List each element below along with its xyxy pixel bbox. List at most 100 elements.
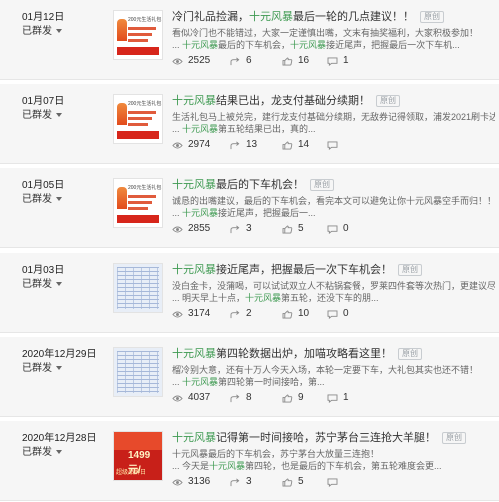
share-count-stat[interactable]: 2 [230,308,252,321]
share-count-stat[interactable]: 3 [230,476,252,489]
like-count-stat[interactable]: 5 [282,476,304,489]
read-count-stat[interactable]: 3174 [172,308,210,321]
read-count: 2525 [188,55,211,66]
comment-count-stat[interactable]: 0 [327,223,349,236]
share-icon [230,224,246,236]
read-count-stat[interactable]: 2855 [172,223,210,236]
article-thumbnail[interactable]: 200元生活礼包 ¥138 [113,10,163,60]
digest-text: ... [172,377,183,387]
read-count-stat[interactable]: 4037 [172,392,210,405]
send-status-label: 已群发 [22,110,52,121]
share-count: 2 [246,308,252,319]
comment-count: 0 [343,223,349,234]
article-row[interactable]: 01月07日 已群发 200元生活礼包 ¥138 十元风暴结果已出，龙支付基础分续期！原… [0,84,499,164]
article-title[interactable]: 十元风暴结果已出，龙支付基础分续期！ 原创 [172,94,491,108]
dropdown-caret-icon [56,450,62,455]
thumbnail-card-title: 200元生活礼包 [128,17,162,23]
send-status-dropdown[interactable]: 已群发 [22,26,62,38]
article-row[interactable]: 2020年12月29日 已群发 十元风暴第四轮数据出炉，加喵攻略看这里！ 原创 榴冷别大… [0,337,499,417]
digest-text: 接近尾声，把握最后一次下车机... [326,40,460,50]
like-count-stat[interactable]: 14 [282,139,309,152]
like-count: 9 [298,392,304,403]
thumbnail-bar [128,123,148,126]
read-count-stat[interactable]: 2974 [172,139,210,152]
like-count-stat[interactable]: 9 [282,392,304,405]
article-thumbnail[interactable]: 200元生活礼包 ¥138 [113,178,163,228]
article-thumbnail[interactable] [113,263,163,313]
read-count-stat[interactable]: 2525 [172,55,210,68]
article-thumbnail[interactable]: 200元生活礼包 ¥138 [113,94,163,144]
title-keyword: 十元风暴 [172,179,216,191]
thumbs-up-icon [282,140,298,152]
like-count-stat[interactable]: 5 [282,223,304,236]
send-status-dropdown[interactable]: 已群发 [22,110,62,122]
share-count-stat[interactable]: 3 [230,223,252,236]
share-count: 8 [246,392,252,403]
thumbnail-bar [128,39,148,42]
article-digest-continued: ... 十元风暴第五轮结果已出，真的... [172,123,495,135]
article-thumbnail[interactable]: 1499元/超级品牌日 [113,431,163,481]
send-status-dropdown[interactable]: 已群发 [22,363,62,375]
comment-count-stat[interactable]: 0 [327,308,349,321]
thumbnail-bar [128,117,152,120]
publish-date: 2020年12月28日 [22,433,97,444]
article-title[interactable]: 十元风暴记得第一时间接哈，苏宁茅台三连抢大羊腿！ 原创 [172,431,491,445]
share-count-stat[interactable]: 8 [230,392,252,405]
send-status-dropdown[interactable]: 已群发 [22,194,62,206]
title-keyword: 十元风暴 [172,432,216,444]
article-digest: 诚恳的出嘴建议，最后的下车机会，看完本文可以避免让你十元风暴空手而归！！ [172,196,495,206]
thumbnail-card-title: 200元生活礼包 [128,185,162,191]
thumbnail-price-band: ¥138 [117,215,159,227]
digest-keyword: 十元风暴 [182,377,219,387]
article-row[interactable]: 01月05日 已群发 200元生活礼包 ¥138 十元风暴最后的下车机会！ 原创诚恳的出嘴… [0,168,499,248]
like-count: 14 [298,139,310,150]
comment-count: 0 [343,308,349,319]
comment-count: 1 [343,55,349,66]
share-count-stat[interactable]: 6 [230,55,252,68]
read-count: 2974 [188,139,211,150]
like-count-stat[interactable]: 16 [282,55,309,68]
send-status-dropdown[interactable]: 已群发 [22,447,62,459]
share-icon [230,309,246,321]
publish-date: 01月05日 [22,180,65,191]
comment-icon [327,309,343,321]
comment-icon [327,56,343,68]
thumbnail-table-image [117,267,159,309]
thumbnail-price-band: ¥138 [117,47,159,59]
title-text: 第四轮数据出炉，加喵攻略看这里！ [216,348,392,360]
article-title[interactable]: 冷门礼品捡漏，十元风暴最后一轮的几点建议！！ 原创 [172,10,491,24]
comment-count-stat[interactable] [327,476,343,489]
article-row[interactable]: 01月03日 已群发 十元风暴接近尾声，把握最后一次下车机会！ 原创 没白金卡，没蒲喝，… [0,253,499,333]
digest-text: 第五轮，还没下车的朋... [281,293,379,303]
read-count: 4037 [188,392,211,403]
eye-icon [172,56,188,68]
title-text: 结果已出，龙支付基础分续期！ [216,95,370,107]
comment-count-stat[interactable]: 1 [327,55,349,68]
dropdown-caret-icon [56,282,62,287]
comment-count-stat[interactable]: 1 [327,392,349,405]
digest-keyword: 十元风暴 [182,40,219,50]
article-row[interactable]: 01月12日 已群发 200元生活礼包 ¥138 冷门礼品捡漏，十元风暴最后一轮的几点建… [0,0,499,80]
share-count: 3 [246,476,252,487]
publish-date: 01月03日 [22,265,65,276]
article-digest: 十元风暴最后的下车机会，苏宁茅台大放量三连抱！ [172,449,380,459]
thumbs-up-icon [282,393,298,405]
article-title[interactable]: 十元风暴接近尾声，把握最后一次下车机会！ 原创 [172,263,491,277]
original-badge: 原创 [420,11,444,24]
eye-icon [172,224,188,236]
article-thumbnail[interactable] [113,347,163,397]
send-status-dropdown[interactable]: 已群发 [22,279,62,291]
thumbnail-table-image [117,351,159,393]
thumbs-up-icon [282,477,298,489]
article-title[interactable]: 十元风暴最后的下车机会！ 原创 [172,178,491,192]
read-count: 3136 [188,476,211,487]
article-title[interactable]: 十元风暴第四轮数据出炉，加喵攻略看这里！ 原创 [172,347,491,361]
share-count-stat[interactable]: 13 [230,139,257,152]
article-row[interactable]: 2020年12月28日 已群发 1499元/超级品牌日 十元风暴记得第一时间接哈，苏宁… [0,421,499,501]
like-count-stat[interactable]: 10 [282,308,309,321]
comment-count-stat[interactable] [327,139,343,152]
digest-text: 接近尾声，把握最后一... [218,208,316,218]
share-icon [230,56,246,68]
read-count-stat[interactable]: 3136 [172,476,210,489]
digest-text: 第五轮结果已出，真的... [218,124,316,134]
